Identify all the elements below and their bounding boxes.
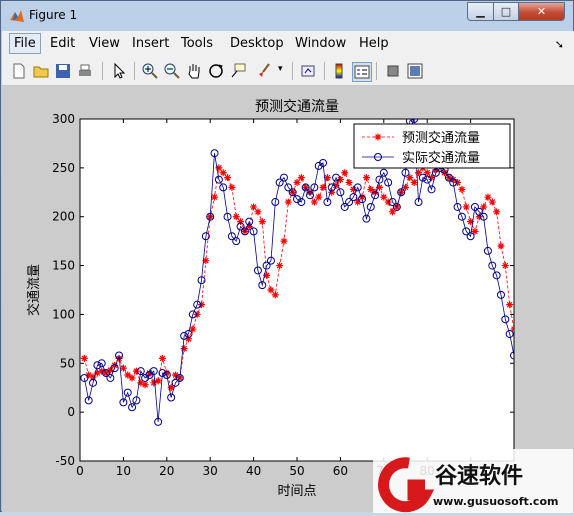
y-tick-label: 0 (67, 405, 75, 419)
x-tick-label: 60 (333, 464, 348, 478)
x-tick-label: 20 (159, 464, 174, 478)
series-2-point (515, 326, 522, 333)
plot-area (79, 118, 515, 462)
toolbar: ▾ (2, 58, 574, 86)
hide-plot-tools-icon[interactable] (384, 62, 402, 80)
y-tick-label: 150 (52, 259, 75, 273)
new-file-icon[interactable] (10, 62, 28, 80)
menu-file[interactable]: File (9, 33, 41, 54)
series-1-point (258, 218, 266, 226)
close-icon: ✕ (536, 5, 547, 18)
brush-icon[interactable] (255, 62, 273, 80)
series-1-point (224, 174, 232, 182)
window-title: Figure 1 (29, 8, 78, 22)
toolbar-separator (376, 62, 377, 80)
legend-icon[interactable] (352, 62, 372, 82)
open-folder-icon[interactable] (32, 62, 50, 80)
x-tick-label: 50 (289, 464, 304, 478)
x-tick-label: 10 (116, 464, 131, 478)
print-icon[interactable] (76, 62, 94, 80)
menu-view[interactable]: View (89, 36, 120, 51)
menu-bar: File Edit View Insert Tools Desktop Wind… (2, 31, 574, 58)
series-1-point (515, 335, 522, 342)
toolbar-separator (102, 62, 103, 80)
x-tick-label: 40 (246, 464, 261, 478)
y-tick-label: 300 (52, 112, 75, 126)
menu-desktop[interactable]: Desktop (230, 36, 284, 51)
x-tick-label: 30 (203, 464, 218, 478)
watermark-url: www.gusuosoft.com (433, 495, 558, 508)
toolbar-separator (292, 62, 293, 80)
brush-dropdown-icon[interactable]: ▾ (278, 64, 283, 74)
matlab-logo-icon (10, 10, 24, 22)
watermark-logo: 谷速软件 www.gusuosoft.com (373, 449, 573, 513)
menu-tools[interactable]: Tools (181, 36, 213, 51)
minimize-icon: ▁ (476, 5, 485, 18)
y-tick-label: 100 (52, 307, 75, 321)
zoom-out-icon[interactable] (163, 62, 181, 80)
link-plot-icon[interactable] (300, 62, 318, 80)
dock-arrow-icon[interactable]: ➘ (555, 38, 564, 51)
figure-window: Figure 1 ▁ □ ✕ File Edit View Insert Too… (0, 0, 574, 513)
zoom-in-icon[interactable] (141, 62, 159, 80)
series-1-point (524, 348, 531, 355)
series-1-point (362, 174, 370, 182)
rotate-3d-icon[interactable] (207, 62, 225, 80)
series-1-point (228, 183, 236, 191)
menu-insert[interactable]: Insert (132, 36, 169, 51)
legend-label-2: 实际交通流量 (402, 150, 480, 166)
series-1-point (180, 345, 188, 353)
maximize-button[interactable]: □ (493, 2, 519, 21)
maximize-icon: □ (500, 5, 512, 18)
colorbar-icon[interactable] (330, 62, 348, 80)
chart-title: 预测交通流量 (255, 98, 339, 115)
title-bar[interactable]: Figure 1 ▁ □ ✕ (1, 1, 573, 31)
minimize-button[interactable]: ▁ (467, 2, 494, 21)
series-1-point (254, 208, 262, 216)
save-icon[interactable] (54, 62, 72, 80)
pointer-icon[interactable] (110, 62, 128, 80)
menu-help[interactable]: Help (359, 36, 389, 51)
legend-label-1: 预测交通流量 (402, 130, 480, 146)
y-axis-label: 交通流量 (26, 264, 42, 316)
watermark-brand: 谷速软件 (435, 463, 523, 489)
x-tick-label: 0 (76, 464, 84, 478)
y-tick-label: -50 (55, 454, 75, 468)
data-cursor-icon[interactable] (229, 62, 247, 80)
menu-window[interactable]: Window (295, 36, 346, 51)
pan-hand-icon[interactable] (185, 62, 203, 80)
toolbar-separator (134, 62, 135, 80)
toolbar-separator (324, 62, 325, 80)
x-axis-label: 时间点 (277, 484, 316, 499)
y-tick-label: 50 (60, 356, 75, 370)
show-plot-tools-icon[interactable] (406, 62, 424, 80)
menu-edit[interactable]: Edit (50, 36, 75, 51)
y-tick-label: 250 (52, 161, 75, 175)
close-button[interactable]: ✕ (518, 2, 565, 21)
legend-marker-1 (374, 133, 382, 141)
series-1-point (519, 330, 526, 337)
y-tick-label: 200 (52, 210, 75, 224)
